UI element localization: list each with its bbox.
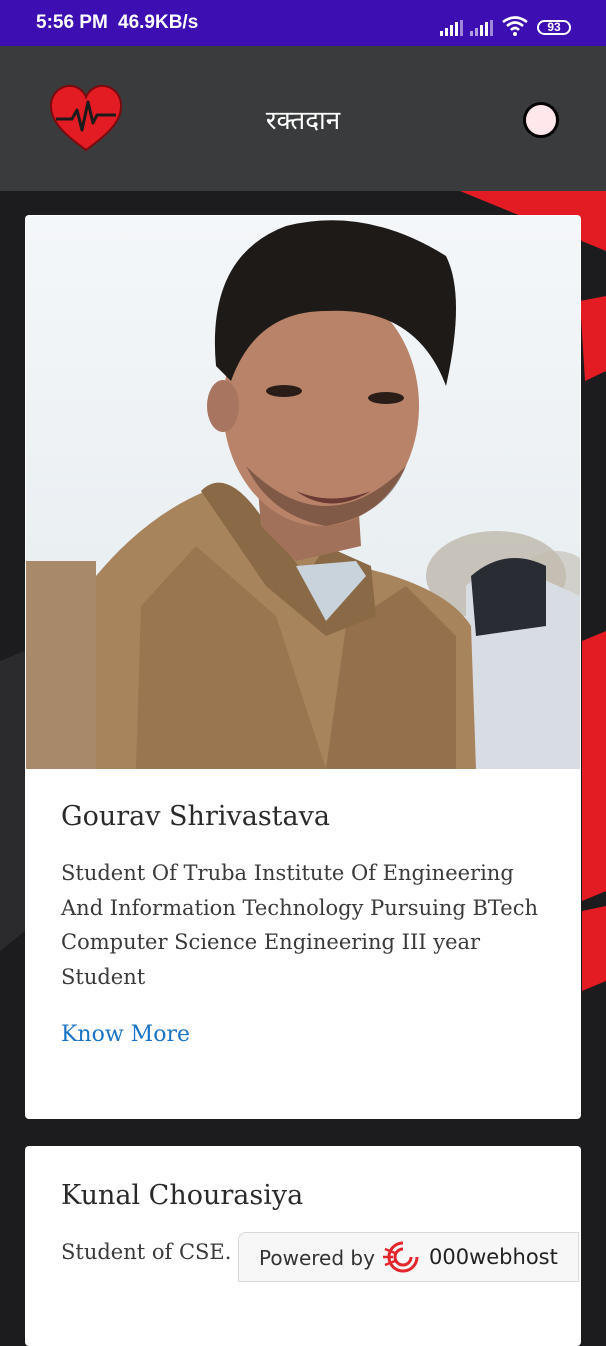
- member-photo: [26, 216, 580, 769]
- theme-toggle-icon[interactable]: [523, 102, 559, 138]
- powered-by-badge[interactable]: Powered by 000webhost: [238, 1232, 579, 1282]
- signal-icon: [440, 20, 464, 36]
- member-description: Student Of Truba Institute Of Engineerin…: [61, 861, 538, 989]
- battery-icon: 93: [537, 20, 571, 35]
- app-bar: रक्तदान: [0, 46, 606, 191]
- member-card: Gourav Shrivastava Student Of Truba Inst…: [25, 215, 581, 1119]
- member-name: Kunal Chourasiya: [61, 1180, 304, 1211]
- webhost-label: 000webhost: [429, 1245, 558, 1269]
- know-more-link[interactable]: Know More: [61, 1022, 190, 1047]
- status-time: 5:56 PM: [36, 12, 108, 33]
- network-speed: 46.9KB/s: [118, 12, 199, 33]
- app-title: रक्तदान: [265, 106, 341, 136]
- webhost-logo-icon: [383, 1241, 419, 1273]
- powered-by-label: Powered by: [259, 1246, 375, 1270]
- member-name: Gourav Shrivastava: [61, 801, 330, 832]
- status-bar: 5:56 PM 46.9KB/s 93: [0, 0, 606, 46]
- signal-icon-2: [470, 20, 494, 36]
- wifi-icon: [502, 16, 528, 36]
